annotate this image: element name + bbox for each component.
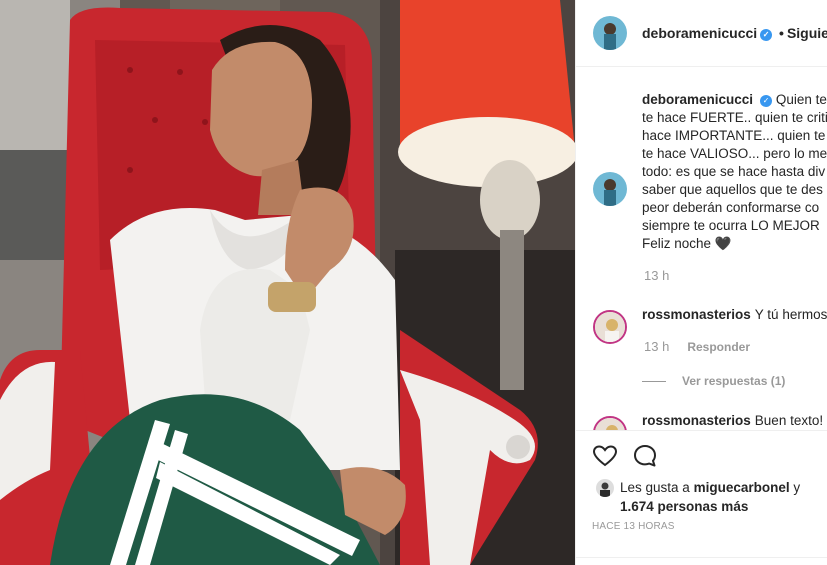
post-header: deboramenicucci✓ •Siguiendo [576,0,827,67]
author-username[interactable]: deboramenicucci [642,25,757,41]
add-comment-area[interactable] [576,557,827,565]
caption-line: te hace FUERTE.. quien te critic [642,110,827,125]
reply-button[interactable]: Responder [687,340,750,354]
likes-summary: Les gusta a miguecarbonel y 1.674 person… [620,480,801,514]
caption-line: saber que aquellos que te des [642,182,823,197]
commenter-avatar[interactable] [593,310,627,344]
post-panel: deboramenicucci✓ •Siguiendo deboramenicu… [575,0,827,565]
caption-text: deboramenicucci ✓ Quien te te hace FUERTE… [642,91,827,253]
caption-line: siempre te ocurra LO MEJOR [642,218,820,233]
verified-badge-icon: ✓ [760,95,773,107]
caption-line: deboramenicucci ✓ Quien te [642,92,827,107]
post-photo[interactable] [0,0,575,565]
comment-text: rossmonasterios Buen texto! [642,413,824,428]
post-timestamp[interactable]: HACE 13 HORAS [592,521,675,532]
comment-time[interactable]: 13 h [644,339,669,354]
author-avatar[interactable] [593,16,627,50]
commenter-avatar[interactable] [593,416,627,430]
separator-dot: • [779,25,784,41]
caption-line: Feliz noche 🖤 [642,236,732,251]
follow-button[interactable]: Siguiendo [787,25,827,41]
verified-badge-icon: ✓ [760,29,773,41]
caption-line: todo: es que se hace hasta div [642,164,826,179]
caption-line: peor deberán conformarse co [642,200,820,215]
liker-username[interactable]: miguecarbonel [694,480,790,495]
heart-icon[interactable] [592,443,618,469]
comments-list[interactable]: deboramenicucci ✓ Quien te te hace FUERTE… [576,68,827,430]
commenter-username[interactable]: rossmonasterios [642,413,751,428]
likes-count-link[interactable]: 1.674 personas más [620,499,748,514]
header-user-line: deboramenicucci✓ •Siguiendo [642,25,827,41]
view-replies-button[interactable]: Ver respuestas (1) [642,374,785,388]
caption-time[interactable]: 13 h [644,268,669,283]
comment-text: rossmonasterios Y tú hermosa [642,307,827,322]
liker-avatar[interactable] [596,479,614,497]
post-actions: Les gusta a miguecarbonel y 1.674 person… [576,430,827,565]
caption-line: te hace VALIOSO... pero lo me [642,146,827,161]
comment-bubble-icon[interactable] [632,443,658,469]
commenter-username[interactable]: rossmonasterios [642,307,751,322]
caption-line: hace IMPORTANTE... quien te [642,128,826,143]
replies-line [642,381,666,383]
post-image [0,0,575,565]
caption-avatar[interactable] [593,172,627,206]
comment-meta: 13 h Responder [644,339,750,354]
caption-username[interactable]: deboramenicucci [642,92,753,107]
